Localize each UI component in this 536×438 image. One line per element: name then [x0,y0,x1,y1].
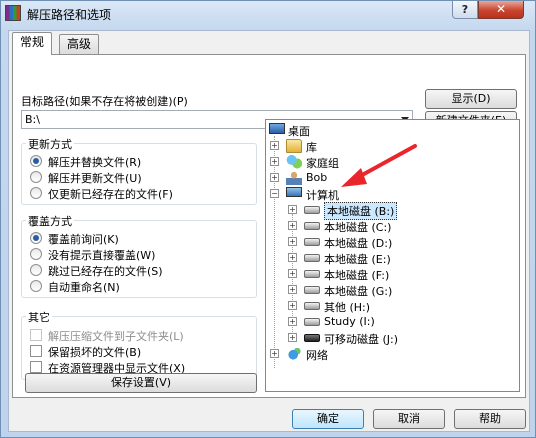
tree-item-label: 本地磁盘 (B:) [324,202,398,220]
radio-icon[interactable] [30,155,42,167]
disk-icon [304,238,320,246]
winrar-app-icon [5,5,21,21]
user-icon [286,171,302,185]
computer-icon [286,187,302,197]
option-label: 仅更新已经存在的文件(F) [48,188,173,201]
tab-advanced[interactable]: 高级 [59,34,100,54]
expand-icon[interactable]: + [288,301,297,310]
expand-icon[interactable]: + [288,205,297,214]
removable-disk-icon [304,334,320,342]
expand-icon[interactable]: + [288,253,297,262]
tree-item-label: 本地磁盘 (F:) [324,269,390,282]
tree-item-label: 本地磁盘 (D:) [324,237,393,250]
window-title: 解压路径和选项 [27,8,112,22]
save-settings-button[interactable]: 保存设置(V) [25,373,257,393]
disk-icon [304,302,320,310]
network-icon [286,347,302,361]
update-mode-group: 更新方式 解压并替换文件(R) 解压并更新文件(U) 仅更新已经存在的文件(F) [21,136,257,205]
close-icon[interactable]: ✕ [478,1,524,19]
tree-item-label: 本地磁盘 (C:) [324,221,392,234]
radio-icon[interactable] [30,248,42,260]
option-label: 跳过已经存在的文件(S) [48,265,163,278]
checkbox-icon[interactable] [30,361,42,373]
disk-icon [304,254,320,262]
tree-item-label: Bob [306,171,328,184]
tab-panel-general: 目标路径(如果不存在将被创建)(P) B:\ 显示(D) 新建文件夹(E) 更新… [12,54,526,398]
target-path-label: 目标路径(如果不存在将被创建)(P) [21,95,188,108]
ok-button[interactable]: 确定 [292,409,364,429]
checkbox-icon[interactable] [30,329,42,341]
tree-item-label: 本地磁盘 (E:) [324,253,391,266]
disk-icon [304,270,320,278]
tree-item-label: 其他 (H:) [324,301,371,314]
option-label: 保留损坏的文件(B) [48,346,142,359]
annotation-arrow-icon [341,144,417,187]
expand-icon[interactable]: + [270,157,279,166]
option-label: 自动重命名(N) [48,281,120,294]
other-options-title: 其它 [26,309,52,325]
expand-icon[interactable]: + [288,221,297,230]
dialog-window: 解压路径和选项 ? ✕ 常规 高级 目标路径(如果不存在将被创建)(P) B:\… [0,0,536,438]
dialog-client: 常规 高级 目标路径(如果不存在将被创建)(P) B:\ 显示(D) 新建文件夹… [8,30,530,432]
disk-icon [304,286,320,294]
tree-item-label: 网络 [306,349,328,362]
radio-icon[interactable] [30,264,42,276]
expand-icon[interactable]: + [288,333,297,342]
tree-guide-line [274,136,275,368]
collapse-icon[interactable]: − [270,189,279,198]
expand-icon[interactable]: + [288,269,297,278]
checkbox-icon[interactable] [30,345,42,357]
option-label: 解压压缩文件到子文件夹(L) [48,330,184,343]
radio-icon[interactable] [30,232,42,244]
show-button[interactable]: 显示(D) [425,89,517,109]
expand-icon[interactable]: + [270,349,279,358]
tab-general[interactable]: 常规 [12,32,53,55]
disk-icon [304,318,320,326]
expand-icon[interactable]: + [270,173,279,182]
expand-icon[interactable]: + [270,141,279,150]
cancel-button[interactable]: 取消 [373,409,445,429]
tree-item-label: 桌面 [288,125,310,138]
expand-icon[interactable]: + [288,285,297,294]
disk-icon [304,206,320,214]
option-label: 没有提示直接覆盖(W) [48,249,156,262]
tree-item-label: Study (I:) [324,315,375,328]
tree-item-label: 本地磁盘 (G:) [324,285,393,298]
target-path-value: B:\ [25,113,40,126]
expand-icon[interactable]: + [288,317,297,326]
tree-item-label: 库 [306,141,317,154]
desktop-icon [269,123,285,134]
help-button[interactable]: 帮助 [454,409,526,429]
radio-icon[interactable] [30,171,42,183]
option-label: 解压并替换文件(R) [48,156,142,169]
homegroup-icon [286,155,302,169]
radio-icon[interactable] [30,187,42,199]
disk-icon [304,222,320,230]
title-bar[interactable]: 解压路径和选项 ? ✕ [1,1,535,27]
radio-icon[interactable] [30,280,42,292]
option-label: 覆盖前询问(K) [48,233,119,246]
help-icon[interactable]: ? [452,1,478,19]
expand-icon[interactable]: + [288,237,297,246]
overwrite-mode-title: 覆盖方式 [26,213,74,229]
overwrite-mode-group: 覆盖方式 覆盖前询问(K) 没有提示直接覆盖(W) 跳过已经存在的文件(S) 自… [21,213,257,298]
other-options-group: 其它 解压压缩文件到子文件夹(L) 保留损坏的文件(B) 在资源管理器中显示文件… [21,309,257,380]
update-mode-title: 更新方式 [26,136,74,152]
tree-item-label: 可移动磁盘 (J:) [324,333,399,346]
library-icon [286,139,302,153]
option-label: 解压并更新文件(U) [48,172,142,185]
